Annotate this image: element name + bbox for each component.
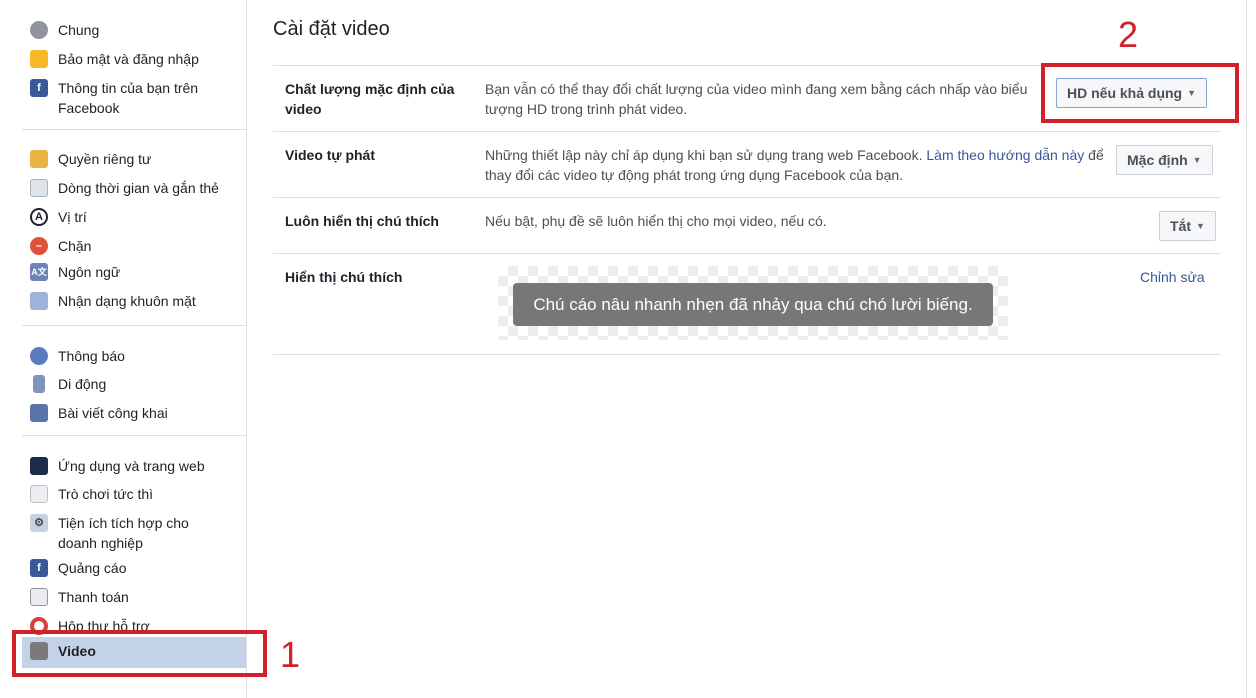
apps-icon — [30, 457, 48, 475]
globe-icon — [30, 347, 48, 365]
row-desc-default-quality: Bạn vẫn có thể thay đổi chất lượng của v… — [485, 81, 1028, 117]
sidebar-item-notifications[interactable]: Thông báo — [22, 342, 246, 370]
sidebar-item-mobile[interactable]: Di động — [22, 370, 246, 398]
sidebar-item-business-integrations[interactable]: ⚙ Tiện ích tích hợp cho doanh nghiệp — [22, 509, 246, 557]
mobile-icon — [33, 375, 45, 393]
divider — [22, 435, 246, 436]
divider — [273, 131, 1221, 132]
sidebar-item-instant-games[interactable]: Trò chơi tức thì — [22, 480, 246, 508]
sidebar-item-public-posts[interactable]: Bài viết công khai — [22, 399, 246, 427]
sidebar-item-language[interactable]: A文 Ngôn ngữ — [22, 258, 246, 286]
sidebar-item-face-recognition[interactable]: Nhận dạng khuôn mặt — [22, 287, 246, 315]
sidebar-item-security[interactable]: Bảo mật và đăng nhập — [22, 45, 246, 73]
sidebar-item-location[interactable]: A Vị trí — [22, 203, 246, 231]
row-desc-autoplay: Những thiết lập này chỉ áp dụng khi bạn … — [485, 147, 1104, 183]
facebook-icon: f — [30, 79, 48, 97]
divider — [273, 253, 1221, 254]
divider — [273, 197, 1221, 198]
annotation-box-1 — [12, 630, 267, 677]
caption-preview-text: Chú cáo nâu nhanh nhẹn đã nhảy qua chú c… — [513, 283, 993, 326]
sidebar-item-blocking[interactable]: – Chặn — [22, 232, 246, 260]
settings-sidebar: Chung Bảo mật và đăng nhập f Thông tin củ… — [0, 0, 247, 698]
credit-card-icon — [30, 588, 48, 606]
row-label-default-quality: Chất lượng mặc định của video — [285, 81, 455, 117]
annotation-number-2: 2 — [1118, 14, 1139, 55]
row-label-autoplay: Video tự phát — [285, 147, 375, 163]
timeline-icon — [30, 179, 48, 197]
autoplay-dropdown[interactable]: Mặc định ▼ — [1116, 145, 1213, 175]
sidebar-item-payments[interactable]: Thanh toán — [22, 583, 246, 611]
block-icon: – — [30, 237, 48, 255]
gears-icon — [30, 21, 48, 39]
sidebar-item-privacy[interactable]: Quyền riêng tư — [22, 145, 246, 173]
shield-icon — [30, 50, 48, 68]
gamepad-icon — [30, 485, 48, 503]
sidebar-item-timeline[interactable]: Dòng thời gian và gắn thẻ — [22, 174, 246, 202]
caret-down-icon: ▼ — [1196, 221, 1205, 231]
rss-icon — [30, 404, 48, 422]
location-icon: A — [30, 208, 48, 226]
sidebar-item-general[interactable]: Chung — [22, 16, 246, 44]
row-label-always-captions: Luôn hiển thị chú thích — [285, 213, 439, 229]
ads-icon: f — [30, 559, 48, 577]
sidebar-item-your-info[interactable]: f Thông tin của bạn trên Facebook — [22, 74, 246, 122]
lock-icon — [30, 150, 48, 168]
page-title: Cài đặt video — [273, 18, 390, 40]
sidebar-item-ads[interactable]: f Quảng cáo — [22, 554, 246, 582]
row-label-caption-display: Hiển thị chú thích — [285, 269, 403, 285]
divider — [273, 354, 1221, 355]
language-icon: A文 — [30, 263, 48, 281]
caret-down-icon: ▼ — [1192, 155, 1202, 165]
edit-captions-link[interactable]: Chỉnh sửa — [1140, 267, 1205, 287]
face-icon — [30, 292, 48, 310]
right-border — [1246, 0, 1247, 698]
always-captions-dropdown[interactable]: Tắt ▼ — [1159, 211, 1216, 241]
autoplay-help-link[interactable]: Làm theo hướng dẫn này — [926, 147, 1084, 163]
row-desc-always-captions: Nếu bật, phụ đề sẽ luôn hiển thị cho mọi… — [485, 213, 827, 229]
annotation-box-2 — [1041, 63, 1239, 123]
divider — [22, 129, 246, 130]
business-integrations-icon: ⚙ — [30, 514, 48, 532]
annotation-number-1: 1 — [280, 634, 301, 675]
sidebar-item-apps[interactable]: Ứng dụng và trang web — [22, 452, 246, 480]
divider — [22, 325, 246, 326]
